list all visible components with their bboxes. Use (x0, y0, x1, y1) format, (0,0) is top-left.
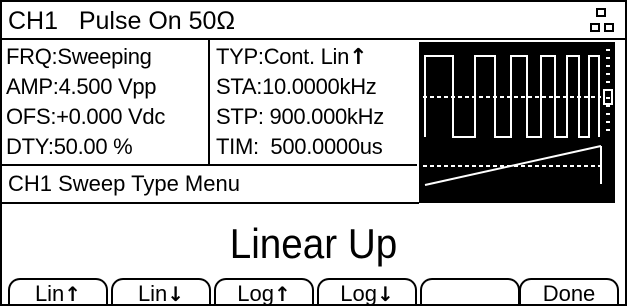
softkey-blank[interactable] (420, 278, 520, 306)
sweep-waveform-preview (419, 42, 615, 203)
softkey-done[interactable]: Done (519, 278, 619, 306)
softkey-log-up[interactable]: Log↑ (214, 278, 314, 306)
amplitude-readout: AMP:4.500 Vpp (6, 74, 157, 99)
softkey-label: Done (542, 281, 596, 306)
arrow-down-icon: ↓ (376, 282, 394, 306)
arrow-up-icon: ↑ (64, 282, 82, 306)
waveform-graphic (423, 49, 613, 186)
offset-readout: OFS:+0.000 Vdc (6, 104, 166, 129)
menu-divider (2, 202, 419, 204)
softkey-label: Log (237, 281, 274, 306)
arrow-up-icon: ↑ (349, 45, 368, 70)
arrow-up-icon: ↑ (273, 282, 291, 306)
softkey-log-down[interactable]: Log↓ (317, 278, 417, 306)
softkey-linear-down[interactable]: Lin↓ (111, 278, 211, 306)
softkey-linear-up[interactable]: Lin↑ (8, 278, 108, 306)
selected-sweep-type: Linear Up (229, 220, 398, 267)
waveform-parameters: FRQ:Sweeping AMP:4.500 Vpp OFS:+0.000 Vd… (2, 40, 210, 166)
sweep-type-text: TYP:Cont. Lin (216, 44, 350, 69)
arrow-down-icon: ↓ (167, 282, 185, 306)
channel-status: CH1 Pulse On 50Ω (8, 7, 236, 35)
instrument-screen: CH1 Pulse On 50Ω FRQ:Sweeping AMP:4.500 … (0, 0, 627, 306)
frequency-readout: FRQ:Sweeping (6, 44, 152, 69)
parameter-panel: FRQ:Sweeping AMP:4.500 Vpp OFS:+0.000 Vd… (2, 40, 417, 166)
start-frequency-readout: STA:10.0000kHz (216, 74, 377, 99)
softkey-label: Lin (34, 281, 65, 306)
sweep-time-readout: TIM: 500.0000us (216, 134, 383, 159)
stop-frequency-readout: STP: 900.000kHz (216, 104, 384, 129)
status-bar: CH1 Pulse On 50Ω (2, 2, 625, 40)
duty-readout: DTY:50.00 % (6, 134, 133, 159)
channel-indicator-icon (590, 8, 614, 32)
menu-title: CH1 Sweep Type Menu (8, 171, 240, 196)
softkey-bar: Lin↑ Lin↓ Log↑ Log↓ Done (2, 278, 625, 306)
softkey-label: Log (340, 281, 377, 306)
softkey-label: Lin (137, 281, 168, 306)
sweep-parameters: TYP:Cont. Lin↑ STA:10.0000kHz STP: 900.0… (210, 40, 417, 166)
sweep-type-readout: TYP:Cont. Lin↑ (216, 44, 368, 71)
